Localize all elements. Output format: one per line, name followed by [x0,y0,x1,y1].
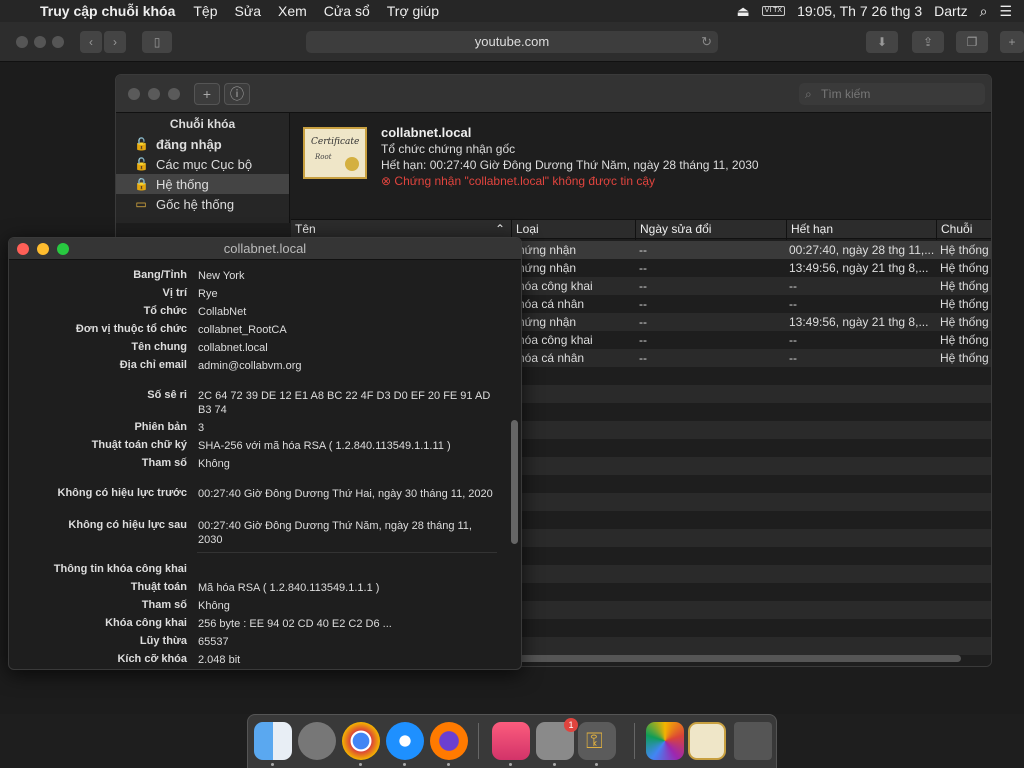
user-name[interactable]: Dartz [934,3,967,19]
certificate-type: Tổ chức chứng nhận gốc [381,142,516,156]
detail-close-button[interactable] [17,243,29,255]
url-text: youtube.com [474,34,550,49]
lock-icon: 🔒 [134,177,149,191]
detail-minimize-button[interactable] [37,243,49,255]
search-placeholder: Tìm kiếm [821,87,871,101]
reload-icon[interactable]: ↻ [701,31,712,53]
menu-help[interactable]: Trợ giúp [387,3,439,19]
chrome-icon[interactable] [342,722,380,760]
certificate-icon: Certificate Root [303,127,367,179]
safari-minimize-button[interactable] [34,36,46,48]
folder-icon: ▭ [135,197,147,211]
lock-icon: 🔓 [134,137,149,151]
input-source-icon[interactable]: VI TX [761,6,786,16]
menu-window[interactable]: Cửa sổ [324,3,370,19]
sidebar-item-label: đăng nhập [156,136,222,152]
safari-close-button[interactable] [16,36,28,48]
section-divider [197,552,497,553]
system-preferences-icon[interactable]: 1 [536,718,578,760]
menu-file[interactable]: Tệp [193,3,217,19]
notification-badge: 1 [564,718,578,732]
sidebar-item-label: Gốc hệ thống [156,196,235,212]
sidebar-header: Chuỗi khóa [169,117,236,131]
sidebar-item-label: Các mục Cục bộ [156,156,253,172]
sidebar-item-login[interactable]: 🔓 đăng nhập [116,134,289,154]
spotlight-icon[interactable]: ⌕ [980,3,988,20]
sidebar-item-local[interactable]: 🔓 Các mục Cục bộ [116,154,289,174]
search-field[interactable]: ⌕ Tìm kiếm [799,83,985,105]
finder-icon[interactable] [254,722,292,760]
certificate-file-icon[interactable] [688,722,726,760]
certificate-summary: Certificate Root collabnet.local Tổ chức… [291,113,991,219]
menu-app-name[interactable]: Truy cập chuỗi khóa [40,3,175,19]
column-keychain[interactable]: Chuỗi khó [936,220,991,255]
safari-toolbar: ‹ › ▯ youtube.com ↻ ⬇ ⇪ ❐ + [0,22,1024,62]
safari-zoom-button[interactable] [52,36,64,48]
clock[interactable]: 19:05, Th 7 26 thg 3 [797,3,922,19]
menu-bar: Truy cập chuỗi khóa Tệp Sửa Xem Cửa sổ T… [0,0,1024,22]
menu-edit[interactable]: Sửa [235,3,262,19]
photos-icon[interactable] [646,722,684,760]
certificate-detail-window: collabnet.local Bang/Tỉnh New York Vị tr… [8,237,522,670]
column-expires[interactable]: Hết hạn [786,220,936,240]
certificate-name: collabnet.local [381,125,472,140]
control-center-icon[interactable]: ☰ [999,3,1012,20]
trust-warning: ⊗ Chứng nhận "collabnet.local" không đượ… [381,174,656,188]
launchpad-icon[interactable] [298,722,336,760]
keychain-sidebar: Chuỗi khóa 🔓 đăng nhập 🔓 Các mục Cục bộ … [116,113,290,223]
firefox-icon[interactable] [430,722,468,760]
dock: 1 ⚿ [247,714,777,768]
keychain-toolbar: + ⓘ ⌕ Tìm kiếm [116,75,991,113]
sidebar-item-system-roots[interactable]: ▭ Gốc hệ thống [116,194,289,214]
sidebar-toggle-icon[interactable]: ▯ [142,31,172,53]
forward-icon[interactable]: › [104,31,126,53]
column-kind[interactable]: Loại [511,220,635,240]
info-icon[interactable]: ⓘ [224,83,250,105]
back-icon[interactable]: ‹ [80,31,102,53]
add-icon[interactable]: + [194,83,220,105]
sidebar-item-label: Hệ thống [156,176,209,192]
detail-titlebar: collabnet.local [9,238,521,260]
column-modified[interactable]: Ngày sửa đổi [635,220,786,240]
tabs-icon[interactable]: ❐ [956,31,988,53]
search-icon: ⌕ [805,87,812,101]
safari-icon[interactable] [386,722,424,760]
detail-zoom-button[interactable] [57,243,69,255]
keychain-minimize-button[interactable] [148,88,160,100]
detail-title: collabnet.local [223,241,307,256]
share-icon[interactable]: ⇪ [912,31,944,53]
address-bar[interactable]: youtube.com ↻ [306,31,718,53]
error-icon: ⊗ [381,174,392,188]
table-header: Tên ⌃ Loại Ngày sửa đổi Hết hạn Chuỗi kh… [291,219,991,255]
detail-content: Bang/Tỉnh New York Vị trí Rye Tổ chức Co… [9,260,521,669]
sidebar-item-system[interactable]: 🔒 Hệ thống [116,174,289,194]
keychain-zoom-button[interactable] [168,88,180,100]
lock-icon: 🔓 [134,157,149,171]
keychain-close-button[interactable] [128,88,140,100]
music-icon[interactable] [492,722,530,760]
vertical-scrollbar[interactable] [511,420,518,544]
downloads-icon[interactable]: ⬇ [866,31,898,53]
new-tab-icon[interactable]: + [1000,31,1024,53]
eject-icon[interactable]: ⏏ [736,3,749,20]
trash-icon[interactable] [734,722,772,760]
certificate-expiry: Hết hạn: 00:27:40 Giờ Đông Dương Thứ Năm… [381,158,759,172]
keychain-access-icon[interactable]: ⚿ [578,722,616,760]
menu-view[interactable]: Xem [278,3,307,19]
